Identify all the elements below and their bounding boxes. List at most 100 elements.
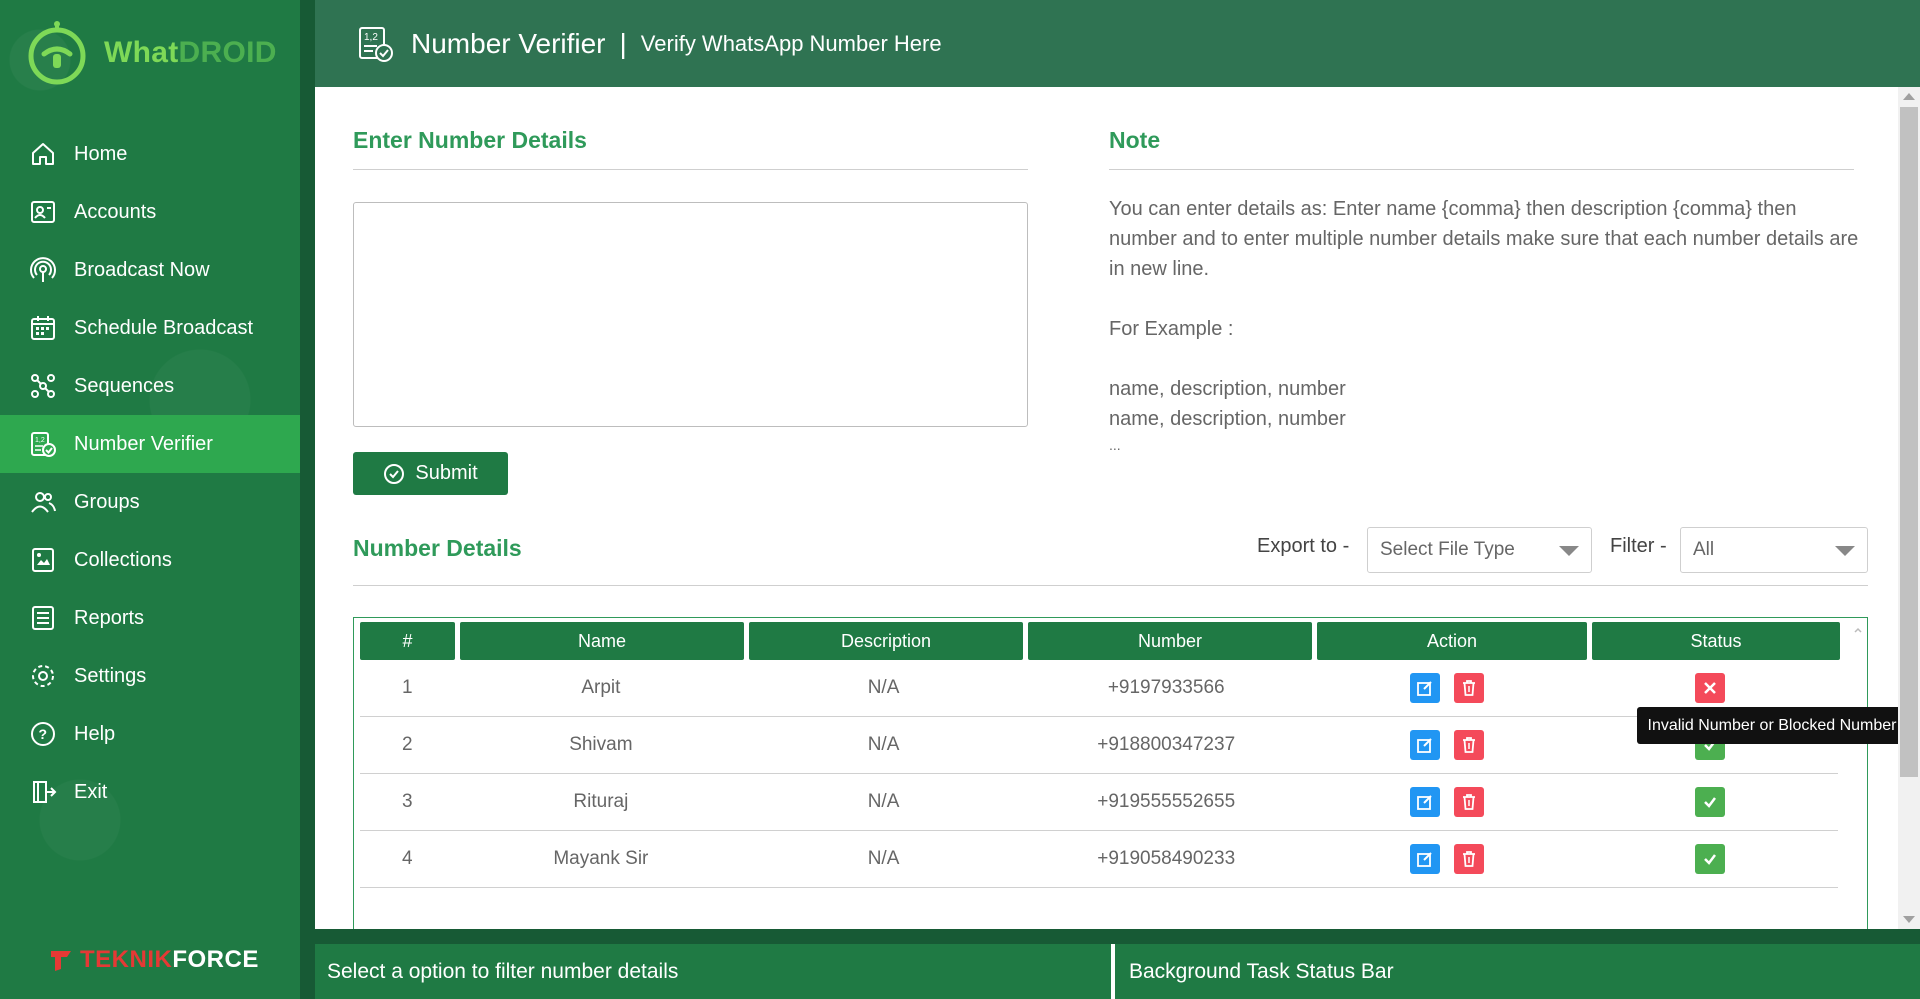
sidebar-item-label: Collections bbox=[74, 548, 172, 571]
note-example-line: name, description, number bbox=[1109, 378, 1346, 400]
sidebar-item-schedule-broadcast[interactable]: Schedule Broadcast bbox=[0, 299, 300, 357]
sidebar-item-label: Settings bbox=[74, 664, 147, 687]
column-header-status[interactable]: Status bbox=[1592, 622, 1840, 660]
column-header-number[interactable]: Number bbox=[1028, 622, 1312, 660]
sidebar-item-help[interactable]: ? Help bbox=[0, 705, 300, 763]
note-title: Note bbox=[1109, 127, 1161, 153]
column-header-index[interactable]: # bbox=[360, 622, 455, 660]
gear-icon bbox=[28, 661, 58, 691]
brand-text-teknik: TEKNIK bbox=[80, 946, 173, 973]
calendar-icon bbox=[28, 313, 58, 343]
table-row[interactable]: 1 Arpit N/A +9197933566 bbox=[360, 660, 1838, 717]
cell-number: +918800347237 bbox=[1097, 734, 1236, 755]
sidebar-item-collections[interactable]: Collections bbox=[0, 531, 300, 589]
edit-button[interactable] bbox=[1409, 844, 1440, 874]
check-icon bbox=[1703, 854, 1716, 865]
invalid-status-badge[interactable] bbox=[1694, 673, 1725, 703]
note-example-line: ... bbox=[1109, 437, 1121, 453]
cell-action bbox=[1313, 831, 1582, 888]
sidebar-item-home[interactable]: Home bbox=[0, 125, 300, 183]
table-row[interactable]: 3 Rituraj N/A +919555552655 bbox=[360, 774, 1838, 831]
whatdroid-logo-icon bbox=[24, 20, 90, 86]
table-row[interactable]: 4 Mayank Sir N/A +919058490233 bbox=[360, 831, 1838, 888]
sidebar-item-number-verifier[interactable]: 1,2 Number Verifier bbox=[0, 415, 300, 473]
divider bbox=[353, 585, 1868, 586]
sidebar-item-reports[interactable]: Reports bbox=[0, 589, 300, 647]
page-header: 1,2 Number Verifier | Verify WhatsApp Nu… bbox=[315, 0, 1920, 87]
valid-status-badge[interactable] bbox=[1694, 844, 1725, 874]
check-icon bbox=[1703, 797, 1716, 808]
table-header: # Name Description Number Action Status bbox=[360, 622, 1845, 660]
logo-text: WhatDROID bbox=[104, 36, 277, 70]
sequences-icon bbox=[28, 371, 58, 401]
filter-label: Filter - bbox=[1610, 535, 1667, 557]
number-verifier-icon: 1,2 bbox=[28, 429, 58, 459]
number-details-input[interactable] bbox=[353, 202, 1028, 427]
edit-icon bbox=[1416, 852, 1432, 867]
scroll-down-arrow-icon[interactable] bbox=[1903, 916, 1915, 923]
sidebar-item-exit[interactable]: Exit bbox=[0, 763, 300, 821]
cell-index: 1 bbox=[401, 677, 413, 698]
cell-index: 2 bbox=[401, 734, 413, 755]
sidebar: WhatDROID Home Accounts Broadcast Now Sc… bbox=[0, 0, 300, 999]
delete-button[interactable] bbox=[1453, 787, 1484, 817]
column-header-description[interactable]: Description bbox=[749, 622, 1023, 660]
help-icon: ? bbox=[28, 719, 58, 749]
sidebar-item-settings[interactable]: Settings bbox=[0, 647, 300, 705]
export-file-type-select[interactable]: Select File Type bbox=[1367, 527, 1592, 573]
table-row[interactable]: 2 Shivam N/A +918800347237 bbox=[360, 717, 1838, 774]
main-scrollbar[interactable] bbox=[1898, 87, 1920, 929]
statusbar-divider bbox=[315, 929, 1920, 944]
delete-button[interactable] bbox=[1453, 844, 1484, 874]
delete-button[interactable] bbox=[1453, 730, 1484, 760]
sidebar-item-accounts[interactable]: Accounts bbox=[0, 183, 300, 241]
home-icon bbox=[28, 139, 58, 169]
sidebar-divider bbox=[300, 0, 315, 999]
chevron-down-icon bbox=[1835, 546, 1855, 556]
sidebar-item-groups[interactable]: Groups bbox=[0, 473, 300, 531]
number-details-title: Number Details bbox=[353, 535, 522, 561]
logo-text-droid: DROID bbox=[178, 36, 277, 69]
sidebar-item-label: Help bbox=[74, 722, 116, 745]
check-circle-icon bbox=[383, 463, 405, 485]
number-verifier-icon: 1,2 bbox=[355, 24, 395, 64]
submit-button[interactable]: Submit bbox=[353, 452, 508, 495]
column-header-name[interactable]: Name bbox=[460, 622, 744, 660]
edit-button[interactable] bbox=[1409, 673, 1440, 703]
sidebar-item-label: Number Verifier bbox=[74, 432, 213, 455]
page-title: Number Verifier bbox=[411, 27, 606, 59]
sidebar-item-label: Exit bbox=[74, 780, 108, 803]
cell-description: N/A bbox=[867, 677, 900, 698]
sidebar-item-broadcast-now[interactable]: Broadcast Now bbox=[0, 241, 300, 299]
sidebar-nav: Home Accounts Broadcast Now Schedule Bro… bbox=[0, 125, 300, 821]
scrollbar-thumb[interactable] bbox=[1900, 107, 1918, 777]
cell-description: N/A bbox=[867, 848, 900, 869]
delete-button[interactable] bbox=[1453, 673, 1484, 703]
main-content: Enter Number Details Submit Note You can… bbox=[315, 87, 1898, 932]
edit-button[interactable] bbox=[1409, 730, 1440, 760]
cell-number: +919555552655 bbox=[1097, 791, 1236, 812]
column-header-action[interactable]: Action bbox=[1317, 622, 1587, 660]
valid-status-badge[interactable] bbox=[1694, 787, 1725, 817]
divider bbox=[353, 169, 1028, 170]
note-example-label: For Example : bbox=[1109, 318, 1234, 340]
sidebar-item-label: Schedule Broadcast bbox=[74, 316, 254, 339]
reports-icon bbox=[28, 603, 58, 633]
logo-text-what: What bbox=[104, 36, 179, 69]
trash-icon bbox=[1462, 851, 1475, 867]
cell-index: 3 bbox=[401, 791, 413, 812]
edit-button[interactable] bbox=[1409, 787, 1440, 817]
sidebar-item-label: Sequences bbox=[74, 374, 175, 397]
title-separator: | bbox=[619, 27, 627, 59]
chevron-down-icon bbox=[1559, 546, 1579, 556]
accounts-icon bbox=[28, 197, 58, 227]
submit-label: Submit bbox=[415, 462, 478, 484]
sidebar-item-label: Reports bbox=[74, 606, 145, 629]
filter-status-text: Select a option to filter number details bbox=[315, 944, 1115, 999]
scroll-up-arrow-icon[interactable] bbox=[1903, 93, 1915, 100]
filter-select[interactable]: All bbox=[1680, 527, 1868, 573]
table-scrollbar[interactable] bbox=[1853, 622, 1863, 922]
app-logo: WhatDROID bbox=[24, 14, 277, 92]
sidebar-item-sequences[interactable]: Sequences bbox=[0, 357, 300, 415]
exit-icon bbox=[28, 777, 58, 807]
